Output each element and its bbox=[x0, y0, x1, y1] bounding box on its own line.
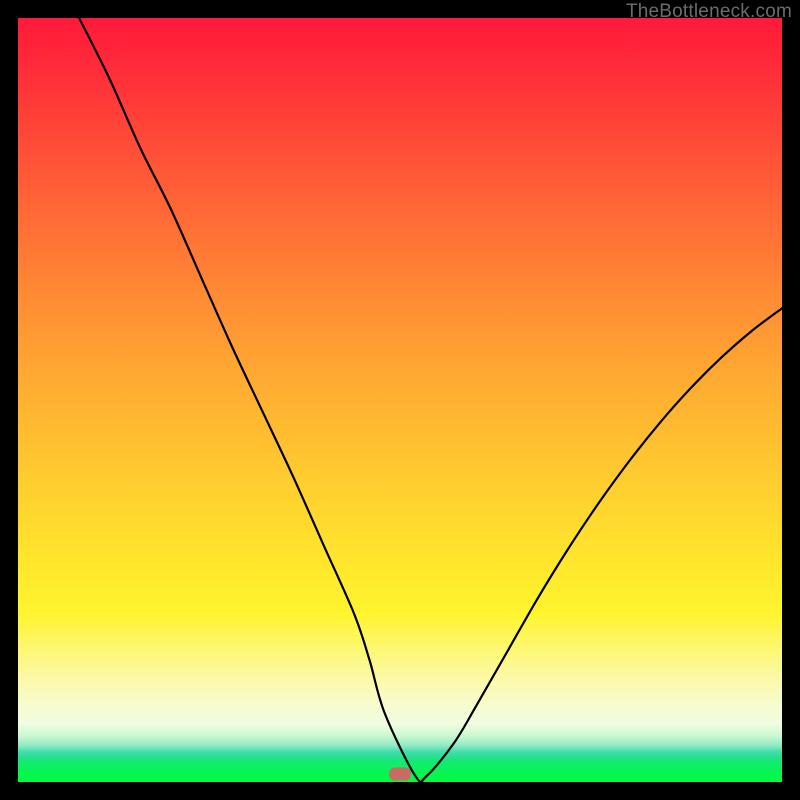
curve-layer bbox=[18, 18, 782, 782]
bottleneck-curve bbox=[79, 18, 782, 782]
chart-stage: TheBottleneck.com bbox=[0, 0, 800, 800]
optimal-marker bbox=[389, 768, 411, 781]
plot-area bbox=[18, 18, 782, 782]
